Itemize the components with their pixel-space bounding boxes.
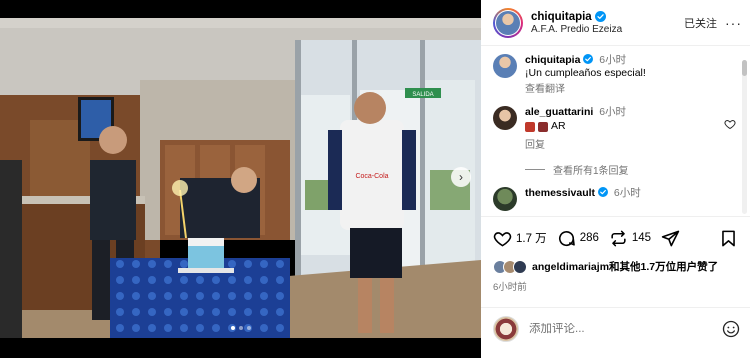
- carousel-next-button[interactable]: ›: [451, 167, 471, 187]
- shares-count: 145: [631, 232, 652, 244]
- heart-icon: [493, 231, 512, 247]
- comment-button[interactable]: 286: [557, 229, 599, 248]
- add-comment-bar: [481, 307, 750, 349]
- carousel-dot-2: [238, 326, 243, 330]
- post-header: chiquitapia A.F.A. Predio Ezeiza 已关注 ···: [481, 0, 750, 46]
- view-replies-button[interactable]: 查看所有1条回复: [525, 162, 736, 177]
- heart-icon[interactable]: [724, 118, 736, 130]
- comment-avatar[interactable]: [493, 187, 517, 211]
- verified-badge-icon: [597, 187, 608, 197]
- liked-by-text: 和其他1.7万位用户赞了: [609, 261, 719, 273]
- author-username[interactable]: chiquitapia: [531, 11, 592, 23]
- comment-avatar[interactable]: [493, 106, 517, 130]
- paper-plane-icon: [661, 230, 680, 246]
- post-media[interactable]: SALIDA Coca-Cola ›: [0, 0, 481, 358]
- post-side-panel: chiquitapia A.F.A. Predio Ezeiza 已关注 ···: [481, 0, 750, 358]
- reply-button[interactable]: 回复: [525, 139, 545, 152]
- carousel-dots: [0, 326, 481, 330]
- instagram-post-viewer: SALIDA Coca-Cola › chiquitapia A.F.A. Pr…: [0, 0, 750, 358]
- comments-count: 286: [579, 232, 599, 244]
- post-timestamp: 6小时前: [493, 282, 527, 293]
- following-button[interactable]: 已关注: [684, 15, 717, 31]
- post-photo: SALIDA Coca-Cola: [0, 0, 481, 358]
- comment-item: ale_guattarini 6小时 AR 回复: [493, 106, 736, 152]
- comment-time: 6小时: [613, 187, 641, 199]
- liked-by-summary[interactable]: angeldimariajm 和其他1.7万位用户赞了: [493, 259, 738, 274]
- share-button[interactable]: [661, 229, 680, 248]
- comment-input[interactable]: [529, 322, 722, 335]
- comment-text: AR: [551, 120, 566, 132]
- caption-text: ¡Un cumpleaños especial!: [525, 67, 646, 79]
- comment-username[interactable]: ale_guattarini: [525, 106, 593, 118]
- comment-bubble-icon: [558, 230, 575, 246]
- caption-avatar[interactable]: [493, 54, 517, 78]
- author-avatar[interactable]: [493, 7, 523, 38]
- liked-by-username[interactable]: angeldimariajm: [532, 261, 609, 273]
- shirt-sponsor: Coca-Cola: [355, 173, 388, 180]
- scrollbar-thumb[interactable]: [742, 60, 747, 76]
- carousel-dot-1: [230, 326, 235, 330]
- comment-username[interactable]: themessivault: [525, 187, 595, 199]
- emoji-icon: [525, 121, 535, 132]
- carousel-dot-3: [246, 326, 251, 330]
- view-replies-label: 查看所有1条回复: [553, 166, 629, 177]
- smiley-icon[interactable]: [722, 320, 740, 338]
- bookmark-icon: [722, 230, 735, 246]
- my-avatar: [493, 315, 519, 342]
- repost-icon: [611, 230, 626, 246]
- caption-username[interactable]: chiquitapia: [525, 54, 580, 66]
- avatar: [513, 259, 527, 274]
- verified-badge-icon: [594, 11, 606, 22]
- save-button[interactable]: [719, 229, 738, 248]
- post-actions: 1.7 万 286 145 angeldimariajm 和其他1.7万位用户赞…: [481, 216, 750, 293]
- more-dots-icon[interactable]: ···: [725, 16, 742, 30]
- verified-badge-icon: [583, 54, 594, 64]
- like-button[interactable]: 1.7 万: [493, 229, 547, 248]
- comments-list: chiquitapia 6小时 ¡Un cumpleaños especial!…: [481, 46, 750, 216]
- comment-time: 6小时: [599, 106, 627, 118]
- caption: chiquitapia 6小时 ¡Un cumpleaños especial!…: [493, 54, 736, 96]
- exit-sign: SALIDA: [412, 92, 433, 98]
- comment-item: themessivault 6小时: [493, 187, 736, 211]
- post-location[interactable]: A.F.A. Predio Ezeiza: [531, 24, 684, 35]
- repost-button[interactable]: 145: [609, 229, 651, 248]
- likes-count: 1.7 万: [516, 233, 547, 245]
- caption-time: 6小时: [599, 54, 627, 66]
- emoji-icon: [538, 121, 548, 132]
- see-translation-link[interactable]: 查看翻译: [525, 83, 736, 96]
- comments-scrollbar[interactable]: [742, 60, 747, 214]
- chevron-right-icon: ›: [459, 170, 463, 184]
